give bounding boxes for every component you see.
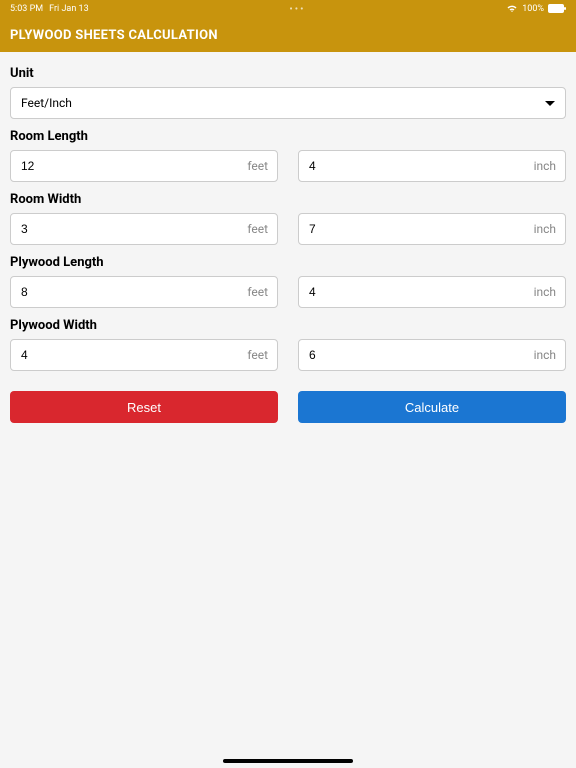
plywood-width-inch-wrap: inch xyxy=(298,339,566,371)
status-time: 5:03 PM xyxy=(10,4,43,14)
chevron-down-icon xyxy=(545,101,555,106)
room-width-label: Room Width xyxy=(10,192,566,207)
form-content: Unit Feet/Inch Room Length feet inch Roo… xyxy=(0,52,576,433)
status-dots: ••• xyxy=(289,4,305,15)
status-date: Fri Jan 13 xyxy=(49,4,89,14)
unit-value: Feet/Inch xyxy=(21,96,72,110)
plywood-length-label: Plywood Length xyxy=(10,255,566,270)
status-right: 100% xyxy=(506,4,566,14)
button-row: Reset Calculate xyxy=(10,391,566,423)
plywood-length-inch-input[interactable] xyxy=(298,276,566,308)
plywood-length-feet-input[interactable] xyxy=(10,276,278,308)
page-title: PLYWOOD SHEETS CALCULATION xyxy=(10,28,218,43)
status-left: 5:03 PM Fri Jan 13 xyxy=(10,4,89,14)
battery-icon xyxy=(548,4,566,14)
unit-label: Unit xyxy=(10,66,566,81)
room-width-inch-input[interactable] xyxy=(298,213,566,245)
plywood-width-row: feet inch xyxy=(10,339,566,371)
plywood-width-label: Plywood Width xyxy=(10,318,566,333)
room-length-row: feet inch xyxy=(10,150,566,182)
room-width-inch-wrap: inch xyxy=(298,213,566,245)
room-width-feet-wrap: feet xyxy=(10,213,278,245)
unit-select[interactable]: Feet/Inch xyxy=(10,87,566,119)
home-indicator xyxy=(223,759,353,763)
room-length-feet-input[interactable] xyxy=(10,150,278,182)
room-length-feet-wrap: feet xyxy=(10,150,278,182)
status-battery-percent: 100% xyxy=(522,4,544,14)
calculate-button[interactable]: Calculate xyxy=(298,391,566,423)
reset-button[interactable]: Reset xyxy=(10,391,278,423)
status-bar: 5:03 PM Fri Jan 13 ••• 100% xyxy=(0,0,576,18)
plywood-width-feet-input[interactable] xyxy=(10,339,278,371)
room-width-row: feet inch xyxy=(10,213,566,245)
plywood-length-row: feet inch xyxy=(10,276,566,308)
plywood-width-feet-wrap: feet xyxy=(10,339,278,371)
wifi-icon xyxy=(506,4,518,14)
room-length-label: Room Length xyxy=(10,129,566,144)
room-length-inch-wrap: inch xyxy=(298,150,566,182)
room-length-inch-input[interactable] xyxy=(298,150,566,182)
plywood-width-inch-input[interactable] xyxy=(298,339,566,371)
room-width-feet-input[interactable] xyxy=(10,213,278,245)
plywood-length-feet-wrap: feet xyxy=(10,276,278,308)
app-header: PLYWOOD SHEETS CALCULATION xyxy=(0,18,576,52)
plywood-length-inch-wrap: inch xyxy=(298,276,566,308)
